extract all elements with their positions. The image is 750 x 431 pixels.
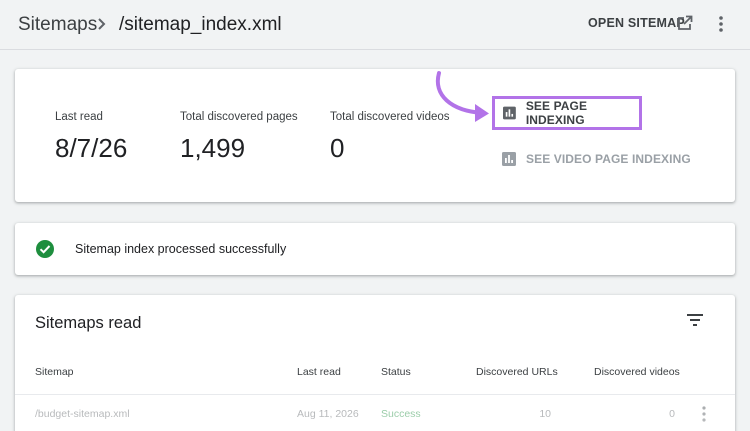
more-vert-icon[interactable] bbox=[712, 14, 730, 34]
column-header-sitemap[interactable]: Sitemap bbox=[35, 366, 74, 378]
column-header-status[interactable]: Status bbox=[381, 366, 411, 378]
highlight-arrow-icon bbox=[435, 71, 489, 122]
total-pages-label: Total discovered pages bbox=[180, 111, 298, 123]
page-header: Sitemaps /sitemap_index.xml OPEN SITEMAP bbox=[0, 0, 750, 50]
see-video-page-indexing-label: SEE VIDEO PAGE INDEXING bbox=[526, 152, 691, 166]
cell-discovered-videos: 0 bbox=[669, 408, 675, 420]
more-vert-icon[interactable] bbox=[699, 405, 709, 423]
breadcrumb-current: /sitemap_index.xml bbox=[119, 14, 282, 35]
bar-chart-icon bbox=[502, 152, 516, 166]
cell-status: Success bbox=[381, 408, 421, 420]
table-title: Sitemaps read bbox=[35, 314, 142, 332]
see-page-indexing-button[interactable]: SEE PAGE INDEXING bbox=[492, 96, 642, 130]
column-header-discovered-videos[interactable]: Discovered videos bbox=[594, 366, 680, 378]
status-card: Sitemap index processed successfully bbox=[15, 223, 735, 275]
cell-last-read: Aug 11, 2026 bbox=[297, 408, 359, 420]
filter-icon[interactable] bbox=[686, 312, 704, 328]
total-videos-value: 0 bbox=[330, 133, 345, 163]
open-sitemap-button[interactable]: OPEN SITEMAP bbox=[588, 16, 685, 30]
see-video-page-indexing-button[interactable]: SEE VIDEO PAGE INDEXING bbox=[502, 152, 691, 166]
cell-discovered-urls: 10 bbox=[539, 408, 551, 420]
sitemap-stats-card: Last read 8/7/26 Total discovered pages … bbox=[15, 69, 735, 202]
breadcrumb-sitemaps[interactable]: Sitemaps bbox=[18, 14, 97, 36]
cell-sitemap[interactable]: /budget-sitemap.xml bbox=[35, 408, 130, 420]
status-message: Sitemap index processed successfully bbox=[75, 242, 287, 256]
check-circle-icon bbox=[36, 240, 54, 258]
column-header-last-read[interactable]: Last read bbox=[297, 366, 341, 378]
chevron-right-icon bbox=[98, 18, 106, 30]
last-read-label: Last read bbox=[55, 111, 103, 123]
column-header-discovered-urls[interactable]: Discovered URLs bbox=[476, 366, 558, 378]
see-page-indexing-label: SEE PAGE INDEXING bbox=[525, 99, 588, 127]
header-divider bbox=[15, 394, 735, 395]
bar-chart-icon bbox=[503, 106, 516, 120]
open-in-new-icon[interactable] bbox=[676, 14, 694, 32]
total-pages-value: 1,499 bbox=[180, 133, 246, 163]
sitemaps-read-card: Sitemaps read Sitemap Last read Status D… bbox=[15, 295, 735, 431]
last-read-value: 8/7/26 bbox=[55, 133, 128, 163]
